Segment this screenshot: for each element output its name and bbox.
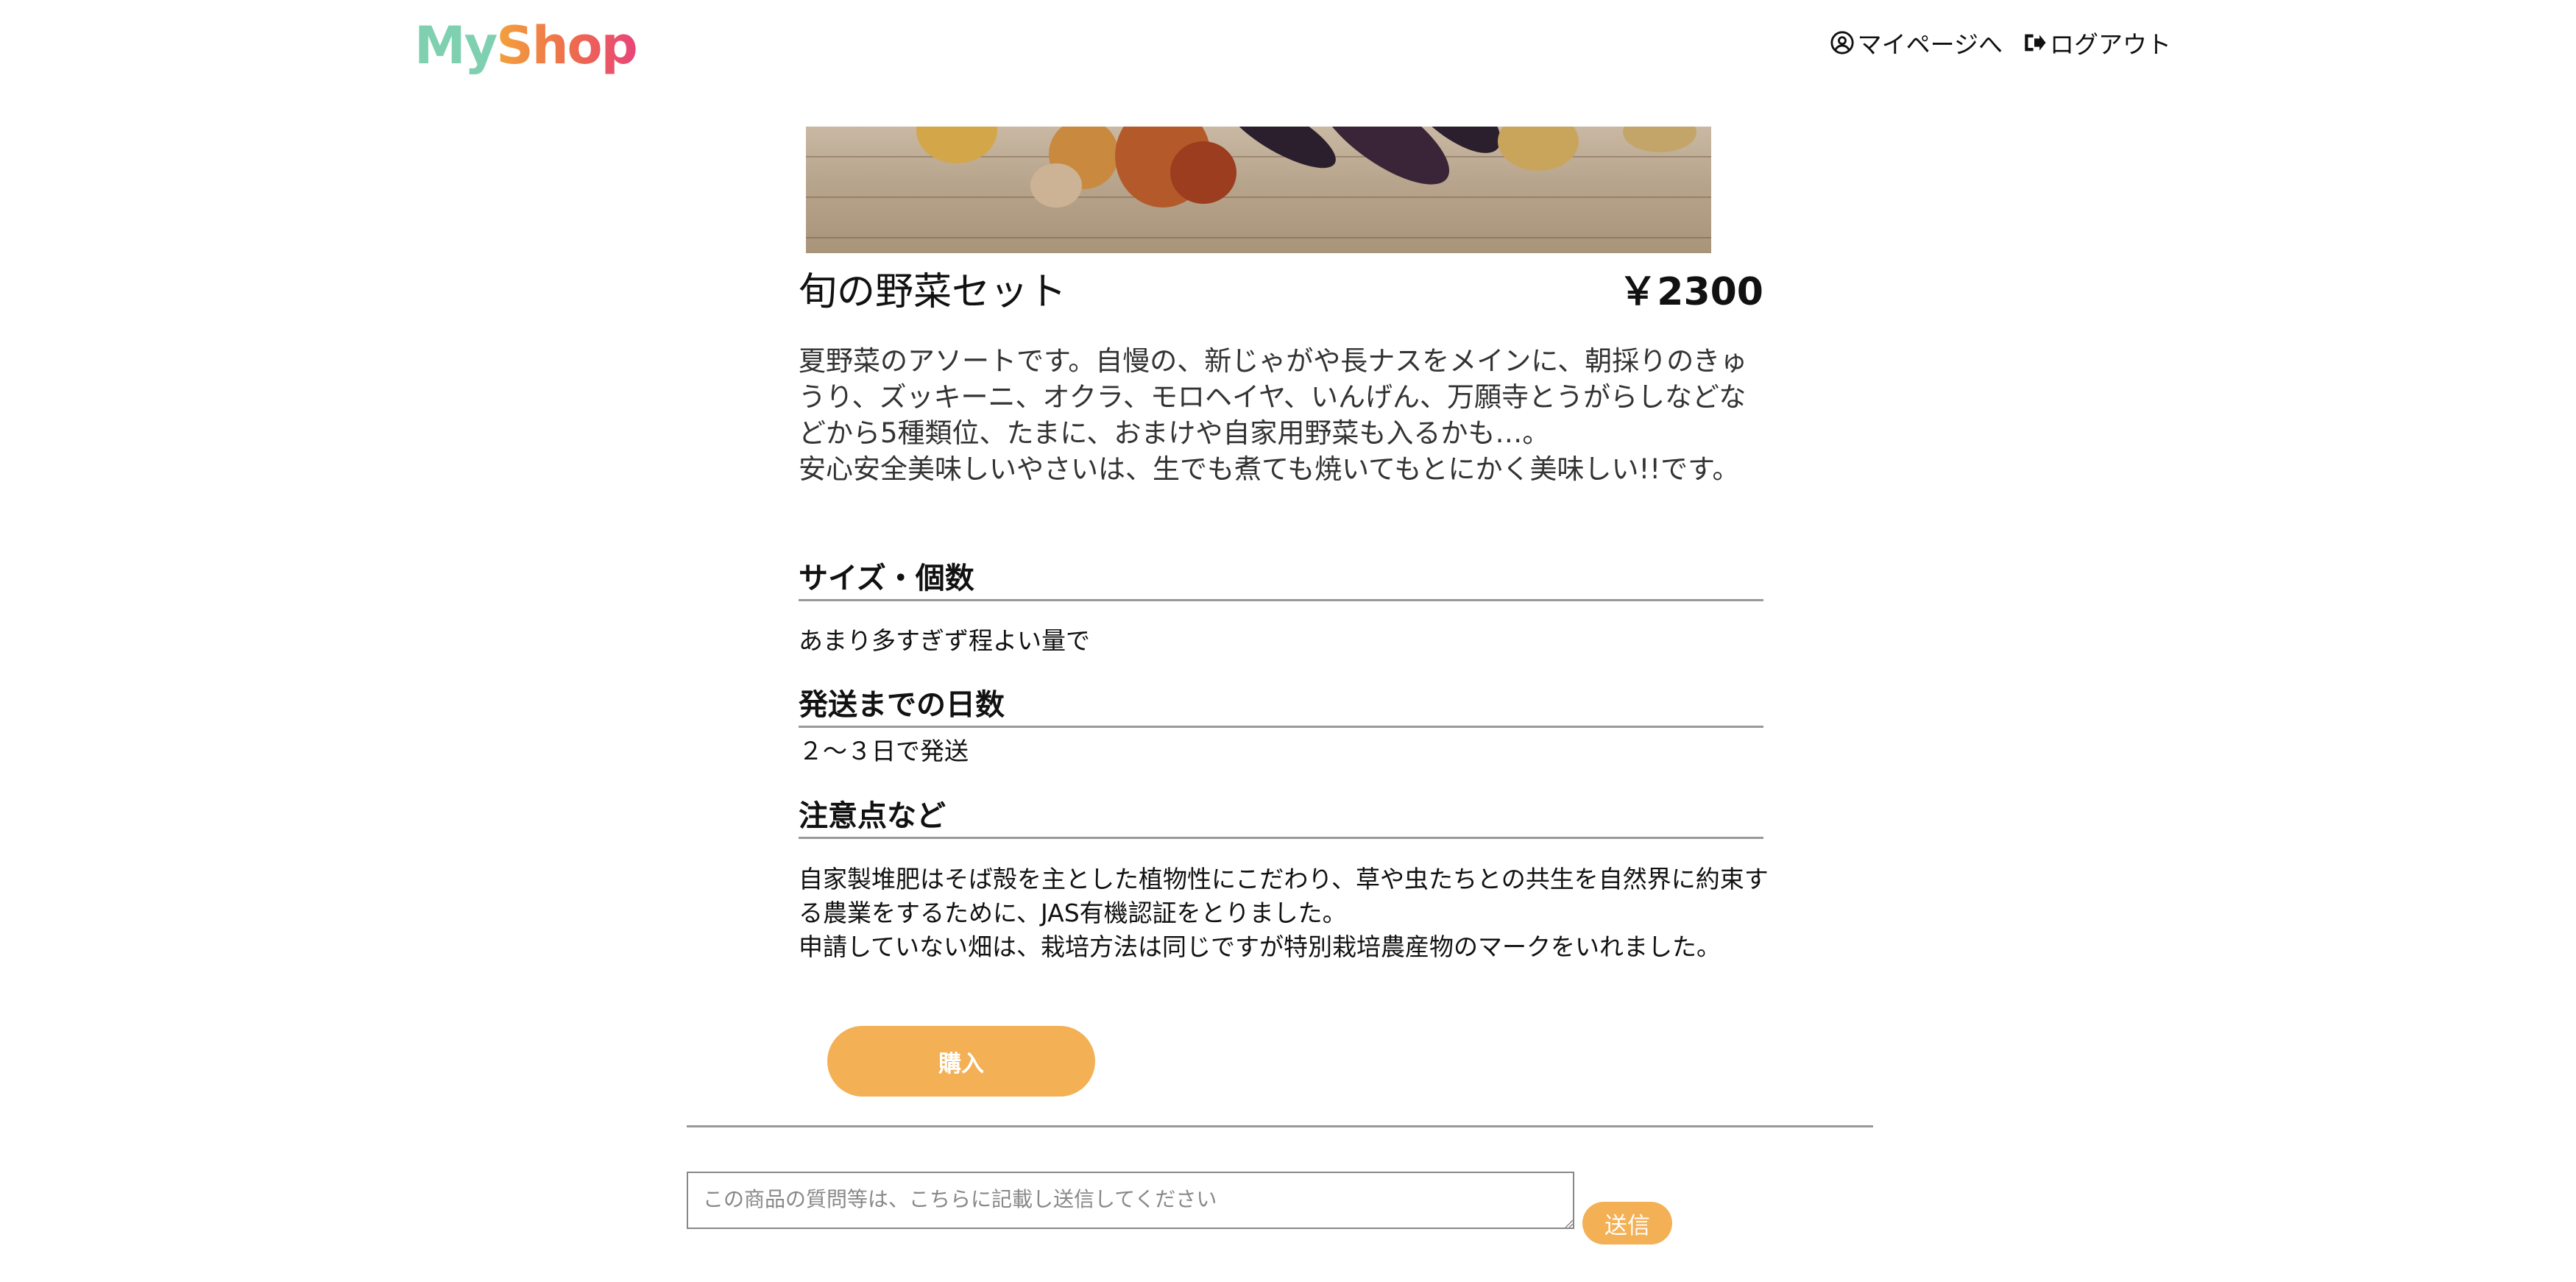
- sign-out-icon: [2025, 34, 2046, 52]
- logout-label: ログアウト: [2050, 30, 2171, 59]
- divider: [687, 1125, 1873, 1127]
- logo-shop-text: Shop: [496, 15, 637, 76]
- description-paragraph: 安心安全美味しいやさいは、生でも煮ても焼いてもとにかく美味しい!!です。: [799, 453, 1740, 485]
- notes-text-line: 申請していない畑は、栽培方法は同じですが特別栽培農産物のマークをいれました。: [799, 932, 1722, 961]
- shipping-heading: 発送までの日数: [799, 686, 1763, 728]
- size-text: あまり多すぎず程よい量で: [799, 624, 1770, 658]
- mypage-label: マイページへ: [1857, 30, 2003, 59]
- notes-heading: 注意点など: [799, 797, 1763, 839]
- notes-text: 自家製堆肥はそば殻を主とした植物性にこだわり、草や虫たちとの共生を自然界に約束す…: [799, 863, 1770, 964]
- shipping-text-line: ２～３日で発送: [799, 737, 969, 765]
- logo-my-text: My: [414, 15, 498, 76]
- question-input[interactable]: [687, 1172, 1574, 1229]
- send-button[interactable]: 送信: [1582, 1202, 1672, 1244]
- logout-link[interactable]: ログアウト: [2022, 25, 2171, 60]
- resize-grip-icon[interactable]: [1563, 1218, 1574, 1228]
- product-title: 旬の野菜セット: [799, 270, 1067, 314]
- shipping-text: ２～３日で発送: [799, 734, 1770, 768]
- site-logo[interactable]: MyShop: [414, 15, 638, 76]
- buy-button[interactable]: 購入: [827, 1026, 1095, 1097]
- product-price: ￥2300: [1618, 270, 1763, 314]
- header-nav: マイページへ ログアウト: [1830, 25, 2171, 60]
- notes-text-line: 自家製堆肥はそば殻を主とした植物性にこだわり、草や虫たちとの共生を自然界に約束す…: [799, 865, 1769, 927]
- size-text-line: あまり多すぎず程よい量で: [799, 626, 1090, 655]
- user-circle-icon: [1830, 31, 1854, 54]
- description-paragraph: 夏野菜のアソートです。自慢の、新じゃがや長ナスをメインに、朝採りのきゅうり、ズッ…: [799, 345, 1748, 449]
- product-description: 夏野菜のアソートです。自慢の、新じゃがや長ナスをメインに、朝採りのきゅうり、ズッ…: [799, 343, 1770, 487]
- product-image: [806, 127, 1711, 253]
- size-heading: サイズ・個数: [799, 559, 1763, 601]
- mypage-link[interactable]: マイページへ: [1830, 25, 2003, 60]
